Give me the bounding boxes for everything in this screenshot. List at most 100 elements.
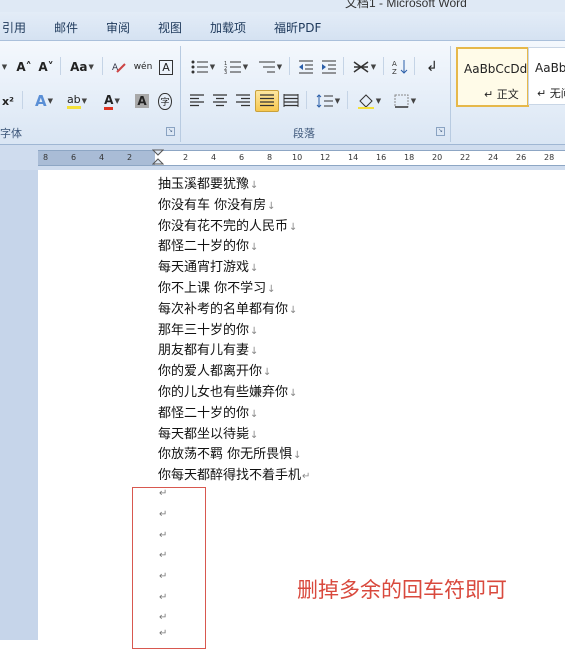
decrease-indent-button[interactable]: [295, 56, 317, 78]
borders-button[interactable]: ▼: [389, 90, 421, 112]
shading-button[interactable]: ▼: [353, 90, 385, 112]
ruler-tick: 24: [488, 153, 499, 162]
separator: [306, 91, 307, 109]
multilevel-list-button[interactable]: ▼: [254, 56, 286, 78]
style-normal[interactable]: AaBbCcDd ↵ 正文: [456, 47, 529, 107]
separator: [414, 57, 415, 75]
separator: [289, 57, 290, 75]
ruler-tick: 10: [292, 153, 303, 162]
change-case-icon: Aa: [70, 60, 88, 74]
document-page[interactable]: [38, 170, 565, 640]
svg-text:A: A: [392, 60, 397, 68]
ruler-tick: 28: [544, 153, 555, 162]
borders-icon: [394, 94, 409, 108]
clear-format-icon: A: [112, 63, 126, 73]
justify-icon: [260, 94, 274, 107]
text-line[interactable]: 每天都坐以待毙↓: [158, 423, 258, 442]
align-center-button[interactable]: [209, 90, 231, 112]
superscript-icon: x²: [2, 94, 14, 108]
bullets-icon: [191, 60, 208, 74]
sort-button[interactable]: AZ: [389, 56, 411, 78]
tab-addins[interactable]: 加载项: [210, 19, 246, 36]
tab-references[interactable]: 引用: [2, 19, 26, 36]
text-line[interactable]: 都怪二十岁的你↓: [158, 402, 258, 421]
text-line[interactable]: 你的爱人都离开你↓: [158, 360, 271, 379]
align-left-button[interactable]: [186, 90, 208, 112]
highlight-button[interactable]: ab ▼: [60, 90, 94, 112]
text-line[interactable]: 每天通宵打游戏↓: [158, 256, 258, 275]
align-left-icon: [190, 94, 204, 107]
text-line[interactable]: 你放荡不羁 你无所畏惧↓: [158, 443, 302, 462]
font-size-dropdown[interactable]: ▼: [0, 56, 10, 78]
ruler-tick: 8: [43, 153, 49, 162]
increase-indent-icon: [322, 60, 336, 74]
svg-text:3: 3: [224, 70, 227, 74]
ruler-tick: 16: [376, 153, 387, 162]
clear-format-button[interactable]: A: [108, 56, 130, 78]
chinese-layout-button[interactable]: ▼: [348, 56, 380, 78]
enclose-characters-button[interactable]: 字: [154, 90, 176, 112]
justify-button[interactable]: [255, 90, 279, 112]
tab-foxit-pdf[interactable]: 福昕PDF: [274, 19, 321, 36]
style-preview: AaBb: [535, 61, 565, 75]
ruler-tick: 6: [239, 153, 245, 162]
separator: [343, 57, 344, 75]
ruler-tick: 2: [127, 153, 133, 162]
style-name: ↵ 正文: [484, 88, 519, 101]
text-line[interactable]: 朋友都有儿有妻↓: [158, 339, 258, 358]
svg-text:Z: Z: [392, 68, 397, 75]
ruler-tick: 4: [211, 153, 217, 162]
horizontal-ruler[interactable]: 8 6 4 2 2 4 6 8 10 12 14 16 18 20 22 24 …: [38, 149, 565, 167]
tab-view[interactable]: 视图: [158, 19, 182, 36]
phonetic-guide-button[interactable]: wén: [131, 56, 155, 78]
paragraph-group-label: 段落: [293, 127, 315, 140]
paragraph-dialog-launcher-icon[interactable]: ↘: [436, 127, 445, 136]
ruler-tick: 20: [432, 153, 443, 162]
text-line[interactable]: 都怪二十岁的你↓: [158, 235, 258, 254]
character-shading-button[interactable]: A: [132, 90, 152, 112]
ruler-tick: 6: [71, 153, 77, 162]
tab-mailings[interactable]: 邮件: [54, 19, 78, 36]
separator: [102, 57, 103, 75]
ruler-tick: 18: [404, 153, 415, 162]
chinese-layout-icon: [353, 61, 369, 73]
character-border-icon: A: [159, 59, 173, 75]
multilevel-list-icon: [258, 61, 275, 73]
paragraph-mark-icon: ↲: [426, 59, 438, 75]
text-line[interactable]: 你不上课 你不学习↓: [158, 277, 276, 296]
line-spacing-icon: [316, 94, 333, 108]
ribbon-tabs: 引用 邮件 审阅 视图 加载项 福昕PDF: [0, 12, 565, 41]
highlight-icon: ab: [66, 93, 81, 109]
align-right-button[interactable]: [232, 90, 254, 112]
text-effects-button[interactable]: A ▼: [28, 90, 60, 112]
character-border-button[interactable]: A: [156, 56, 176, 78]
change-case-button[interactable]: Aa ▼: [66, 56, 98, 78]
show-hide-marks-button[interactable]: ↲: [420, 56, 444, 78]
text-line[interactable]: 你没有花不完的人民币↓: [158, 215, 297, 234]
tab-review[interactable]: 审阅: [106, 19, 130, 36]
font-dialog-launcher-icon[interactable]: ↘: [166, 127, 175, 136]
grow-font-button[interactable]: A˄: [14, 56, 34, 78]
style-name: ↵ 无间: [537, 87, 565, 100]
increase-indent-button[interactable]: [318, 56, 340, 78]
text-line[interactable]: 你没有车 你没有房↓: [158, 194, 276, 213]
font-color-icon: A: [104, 93, 114, 110]
text-line[interactable]: 你每天都醉得找不着手机↵: [158, 464, 310, 483]
font-color-button[interactable]: A ▼: [96, 90, 128, 112]
text-line[interactable]: 你的儿女也有些嫌弃你↓: [158, 381, 297, 400]
superscript-button[interactable]: x²: [0, 90, 18, 112]
style-no-spacing[interactable]: AaBb ↵ 无间: [528, 47, 565, 105]
text-line[interactable]: 每次补考的名单都有你↓: [158, 298, 297, 317]
indent-marker-icon[interactable]: [152, 149, 164, 167]
bullets-button[interactable]: ▼: [187, 56, 219, 78]
line-spacing-button[interactable]: ▼: [312, 90, 344, 112]
ruler-tick: 12: [320, 153, 331, 162]
text-line[interactable]: 那年三十岁的你↓: [158, 319, 258, 338]
text-effects-icon: A: [35, 92, 47, 110]
numbering-button[interactable]: 1 2 3 ▼: [220, 56, 252, 78]
shrink-font-button[interactable]: A˅: [36, 56, 56, 78]
text-line[interactable]: 抽玉溪都要犹豫↓: [158, 173, 258, 192]
distributed-button[interactable]: [280, 90, 302, 112]
distributed-icon: [283, 94, 299, 107]
ruler-tick: 14: [348, 153, 359, 162]
